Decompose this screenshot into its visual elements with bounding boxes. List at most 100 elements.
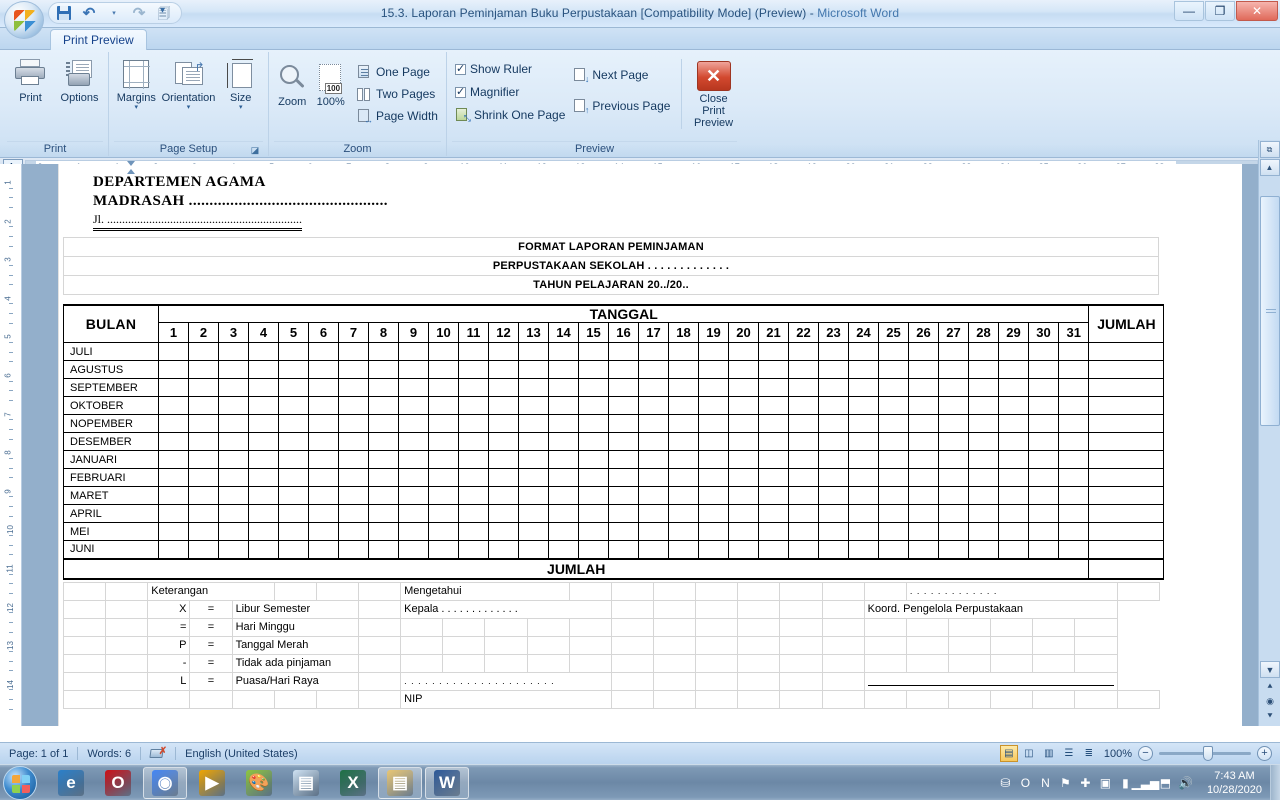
data-cell[interactable] [878,522,909,541]
data-cell[interactable] [1057,342,1090,361]
data-cell[interactable] [158,468,189,487]
data-cell[interactable] [398,432,429,451]
data-cell[interactable] [248,468,279,487]
data-cell[interactable] [698,414,729,433]
data-cell[interactable] [668,360,699,379]
data-cell[interactable] [758,522,789,541]
data-cell[interactable] [398,486,429,505]
data-cell[interactable] [698,432,729,451]
data-cell[interactable] [368,414,399,433]
zoom-slider[interactable] [1159,746,1251,761]
data-cell[interactable] [998,360,1029,379]
taskbar-button-google-chrome[interactable]: ◉ [143,766,187,799]
data-cell[interactable] [848,360,879,379]
data-cell[interactable] [698,468,729,487]
data-cell[interactable] [788,486,819,505]
zoom-in-button[interactable]: + [1257,746,1272,761]
data-cell[interactable] [158,504,189,523]
volume-icon[interactable]: 🔊 [1178,775,1193,790]
full-screen-reading-button[interactable]: ◫ [1020,745,1038,762]
data-cell[interactable] [818,468,849,487]
data-cell[interactable] [698,360,729,379]
data-cell[interactable] [218,468,249,487]
data-cell[interactable] [1028,342,1059,361]
data-cell[interactable] [608,540,639,559]
indent-marker[interactable] [127,161,136,174]
data-cell[interactable] [878,540,909,559]
data-cell[interactable] [608,396,639,415]
data-cell[interactable] [668,486,699,505]
data-cell[interactable] [458,540,489,559]
margins-button[interactable]: Margins ▾ [114,57,159,113]
data-cell[interactable] [818,540,849,559]
data-cell[interactable] [248,342,279,361]
data-cell[interactable] [158,522,189,541]
data-cell[interactable] [638,342,669,361]
taskbar-button-notepad[interactable]: ▤ [284,767,328,799]
next-page-nav-icon[interactable]: ⯆ [1260,709,1280,724]
opera-tray-icon[interactable]: O [1018,775,1033,790]
taskbar-button-file-explorer[interactable]: ▤ [378,766,422,799]
zoom-100-button[interactable]: 100 100% [312,61,348,110]
one-page-button[interactable]: One Page [354,62,441,82]
data-cell[interactable] [158,396,189,415]
data-cell[interactable] [788,450,819,469]
data-cell[interactable] [398,504,429,523]
data-cell[interactable] [398,450,429,469]
row-total-cell[interactable] [1088,468,1165,487]
data-cell[interactable] [638,378,669,397]
row-total-cell[interactable] [1088,414,1165,433]
data-cell[interactable] [308,396,339,415]
scrollbar-thumb[interactable] [1260,196,1280,426]
data-cell[interactable] [968,504,999,523]
tab-print-preview[interactable]: Print Preview [50,29,147,50]
data-cell[interactable] [518,378,549,397]
data-cell[interactable] [158,414,189,433]
data-cell[interactable] [428,342,459,361]
data-cell[interactable] [998,468,1029,487]
data-cell[interactable] [488,450,519,469]
data-cell[interactable] [788,468,819,487]
taskbar-button-internet-explorer[interactable]: e [49,767,93,799]
data-cell[interactable] [848,522,879,541]
data-cell[interactable] [788,378,819,397]
data-cell[interactable] [518,540,549,559]
data-cell[interactable] [488,486,519,505]
data-cell[interactable] [998,540,1029,559]
data-cell[interactable] [968,468,999,487]
data-cell[interactable] [1057,432,1090,451]
data-cell[interactable] [548,396,579,415]
size-button[interactable]: Size ▾ [218,57,263,113]
data-cell[interactable] [518,486,549,505]
data-cell[interactable] [788,540,819,559]
data-cell[interactable] [278,450,309,469]
print-button[interactable]: Print [7,57,54,106]
data-cell[interactable] [818,378,849,397]
data-cell[interactable] [458,468,489,487]
data-cell[interactable] [188,504,219,523]
network-users-icon[interactable]: ⛁ [998,775,1013,790]
data-cell[interactable] [758,414,789,433]
data-cell[interactable] [878,414,909,433]
data-cell[interactable] [188,522,219,541]
row-total-cell[interactable] [1088,378,1165,397]
data-cell[interactable] [848,342,879,361]
data-cell[interactable] [818,342,849,361]
data-cell[interactable] [188,540,219,559]
data-cell[interactable] [248,450,279,469]
vertical-ruler[interactable]: 1 2 3 4 5 6 7 8 9 10 11 12 13 14 [0,164,22,726]
data-cell[interactable] [878,342,909,361]
data-cell[interactable] [968,360,999,379]
data-cell[interactable] [848,432,879,451]
data-cell[interactable] [488,342,519,361]
data-cell[interactable] [1057,540,1090,559]
clock[interactable]: 7:43 AM 10/28/2020 [1199,769,1270,797]
data-cell[interactable] [578,360,609,379]
data-cell[interactable] [1028,378,1059,397]
data-cell[interactable] [668,432,699,451]
data-cell[interactable] [608,360,639,379]
data-cell[interactable] [428,360,459,379]
taskbar-button-excel[interactable]: X [331,767,375,799]
data-cell[interactable] [308,450,339,469]
data-cell[interactable] [188,360,219,379]
